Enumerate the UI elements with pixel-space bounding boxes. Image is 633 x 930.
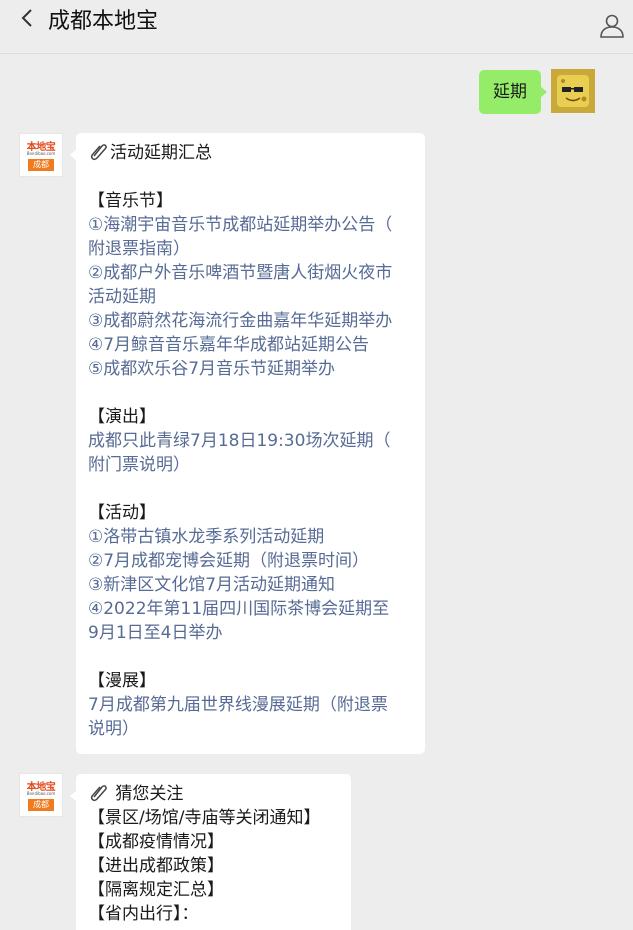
list-item: 【进出成都政策】 — [88, 856, 224, 876]
section-heading-show: 【演出】 — [88, 407, 156, 427]
link-item[interactable]: 活动延期 — [88, 285, 413, 309]
incoming-message-bubble: 猜您关注 【景区/场馆/寺庙等关闭通知】 【成都疫情情况】 【进出成都政策】 【… — [70, 774, 351, 930]
link-item[interactable]: ②成都户外音乐啤酒节暨唐人街烟火夜市 — [88, 261, 413, 285]
bot-avatar[interactable]: 本地宝 Bendibao.com 成都 — [19, 133, 63, 177]
paperclip-icon — [90, 144, 107, 161]
outgoing-message-text: 延期 — [493, 82, 527, 102]
message-title-line: 活动延期汇总 — [88, 141, 413, 165]
message-title: 活动延期汇总 — [110, 143, 212, 163]
my-avatar[interactable] — [551, 69, 595, 113]
link-item[interactable]: ①洛带古镇水龙季系列活动延期 — [88, 525, 413, 549]
list-item: 【隔离规定汇总】 — [88, 880, 224, 900]
section-heading-music: 【音乐节】 — [88, 191, 173, 211]
link-item[interactable]: ①海潮宇宙音乐节成都站延期举办公告（ — [88, 213, 413, 237]
link-item[interactable]: ④7月鲸音音乐嘉年华成都站延期公告 — [88, 333, 413, 357]
link-item[interactable]: 9月1日至4日举办 — [88, 621, 413, 645]
link-item[interactable]: ③成都蔚然花海流行金曲嘉年华延期举办 — [88, 309, 413, 333]
top-bar: 成都本地宝 — [0, 0, 633, 54]
logo-city-badge: 成都 — [28, 799, 54, 811]
section-heading-activity: 【活动】 — [88, 503, 156, 523]
link-item[interactable]: 说明） — [88, 717, 413, 741]
list-item: 【省内出行】： — [88, 904, 199, 924]
list-item: 【景区/场馆/寺庙等关闭通知】 — [88, 808, 321, 828]
link-item[interactable]: ⑤成都欢乐谷7月音乐节延期举办 — [88, 357, 413, 381]
page-title: 成都本地宝 — [48, 9, 159, 34]
link-item[interactable]: ②7月成都宠博会延期（附退票时间） — [88, 549, 413, 573]
logo-city-badge: 成都 — [28, 159, 54, 171]
link-item[interactable]: 附门票说明） — [88, 453, 413, 477]
user-profile-icon[interactable] — [598, 12, 626, 40]
paperclip-icon — [90, 785, 107, 802]
message-title-line: 猜您关注 — [88, 782, 339, 806]
section-heading-comic: 【漫展】 — [88, 671, 156, 691]
link-item[interactable]: 附退票指南） — [88, 237, 413, 261]
link-item[interactable]: 成都只此青绿7月18日19:30场次延期（ — [88, 429, 413, 453]
bot-avatar[interactable]: 本地宝 Bendibao.com 成都 — [19, 773, 63, 817]
link-item[interactable]: 7月成都第九届世界线漫展延期（附退票 — [88, 693, 413, 717]
link-item[interactable]: ③新津区文化馆7月活动延期通知 — [88, 573, 413, 597]
incoming-message-bubble: 活动延期汇总 【音乐节】 ①海潮宇宙音乐节成都站延期举办公告（ 附退票指南） ②… — [70, 133, 425, 754]
logo-domain: Bendibao.com — [26, 151, 56, 156]
message-title: 猜您关注 — [115, 784, 184, 804]
back-icon[interactable] — [16, 6, 40, 30]
link-item[interactable]: ④2022年第11届四川国际茶博会延期至 — [88, 597, 413, 621]
sponge-avatar-icon — [551, 69, 595, 113]
logo-domain: Bendibao.com — [26, 791, 56, 796]
outgoing-message-bubble[interactable]: 延期 — [479, 70, 547, 114]
list-item: 【成都疫情情况】 — [88, 832, 224, 852]
